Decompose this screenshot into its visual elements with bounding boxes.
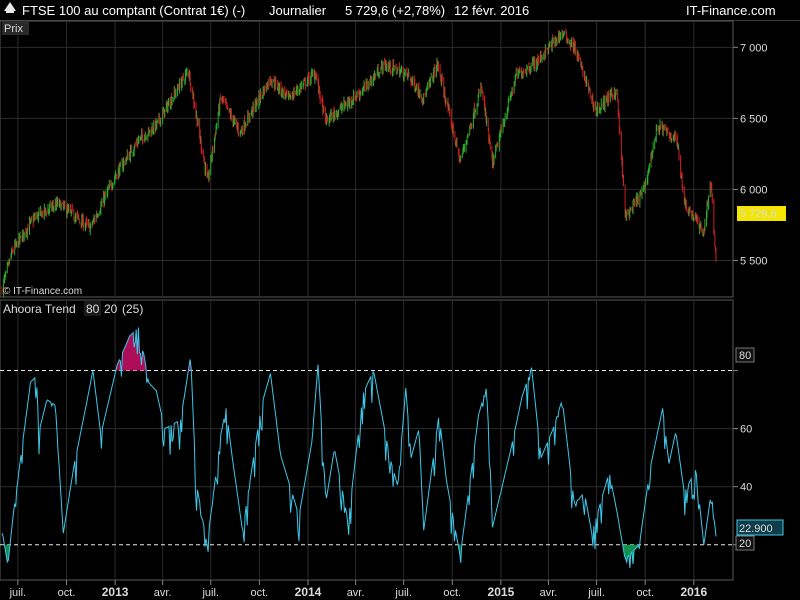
indicator-series-line	[1, 327, 717, 569]
x-tick-label: avr.	[347, 587, 365, 599]
indicator-panel: 40 60 Ahoora Trend 80 20 (25) 80 22.900 2…	[0, 299, 784, 581]
indicator-panel-frame	[0, 299, 734, 581]
x-tick-label: juil.	[394, 587, 412, 599]
indicator-param-1: 80	[86, 302, 100, 316]
watermark: © IT-Finance.com	[3, 286, 82, 297]
indicator-grid	[0, 300, 733, 580]
price-y-label: 6 000	[740, 184, 768, 196]
x-tick-label: oct.	[58, 587, 76, 599]
price-panel-frame	[0, 20, 734, 298]
x-tick-label: 2013	[102, 585, 129, 599]
price-y-axis: 5 500 6 000 6 500 7 000	[733, 42, 768, 267]
chart-canvas[interactable]: 5 500 6 000 6 500 7 000 Prix © IT-Finance.c…	[0, 0, 800, 600]
x-tick-label: juil.	[201, 587, 219, 599]
indicator-y-axis: 40 60	[733, 370, 752, 546]
x-tick-label: juil.	[587, 587, 605, 599]
indicator-y-label: 40	[740, 482, 752, 494]
price-grid	[0, 21, 733, 297]
level-low-label: 20	[739, 538, 751, 550]
overbought-fill	[122, 327, 146, 371]
x-tick-label: 2014	[295, 585, 322, 599]
x-tick-label: oct.	[443, 587, 461, 599]
x-tick-label: oct.	[636, 587, 654, 599]
indicator-line	[1, 327, 717, 569]
x-tick-label: 2015	[488, 585, 515, 599]
x-tick-label: juil.	[9, 587, 27, 599]
x-axis: juil. oct. 2013 avr. juil. oct. 2014 avr. juil. o…	[9, 580, 707, 599]
indicator-param-2: 20	[104, 302, 118, 316]
price-y-label: 6 500	[740, 113, 768, 125]
oversold-fill	[623, 544, 640, 568]
price-panel: 5 500 6 000 6 500 7 000 Prix © IT-Finance.c…	[0, 20, 786, 298]
price-y-label: 7 000	[740, 42, 768, 54]
level-high-label: 80	[739, 350, 751, 362]
price-y-label: 5 500	[740, 255, 768, 267]
x-tick-label: avr.	[154, 587, 172, 599]
x-tick-label: avr.	[540, 587, 558, 599]
indicator-name: Ahoora Trend	[3, 302, 76, 316]
candle-series	[1, 28, 717, 298]
x-tick-label: 2016	[680, 585, 707, 599]
indicator-last-value: 22.900	[739, 523, 773, 535]
last-price-label: 5 729,6	[740, 208, 777, 220]
x-tick-label: oct.	[251, 587, 269, 599]
indicator-param-3: (25)	[122, 302, 143, 316]
price-panel-label: Prix	[4, 23, 23, 35]
indicator-y-label: 60	[740, 424, 752, 436]
